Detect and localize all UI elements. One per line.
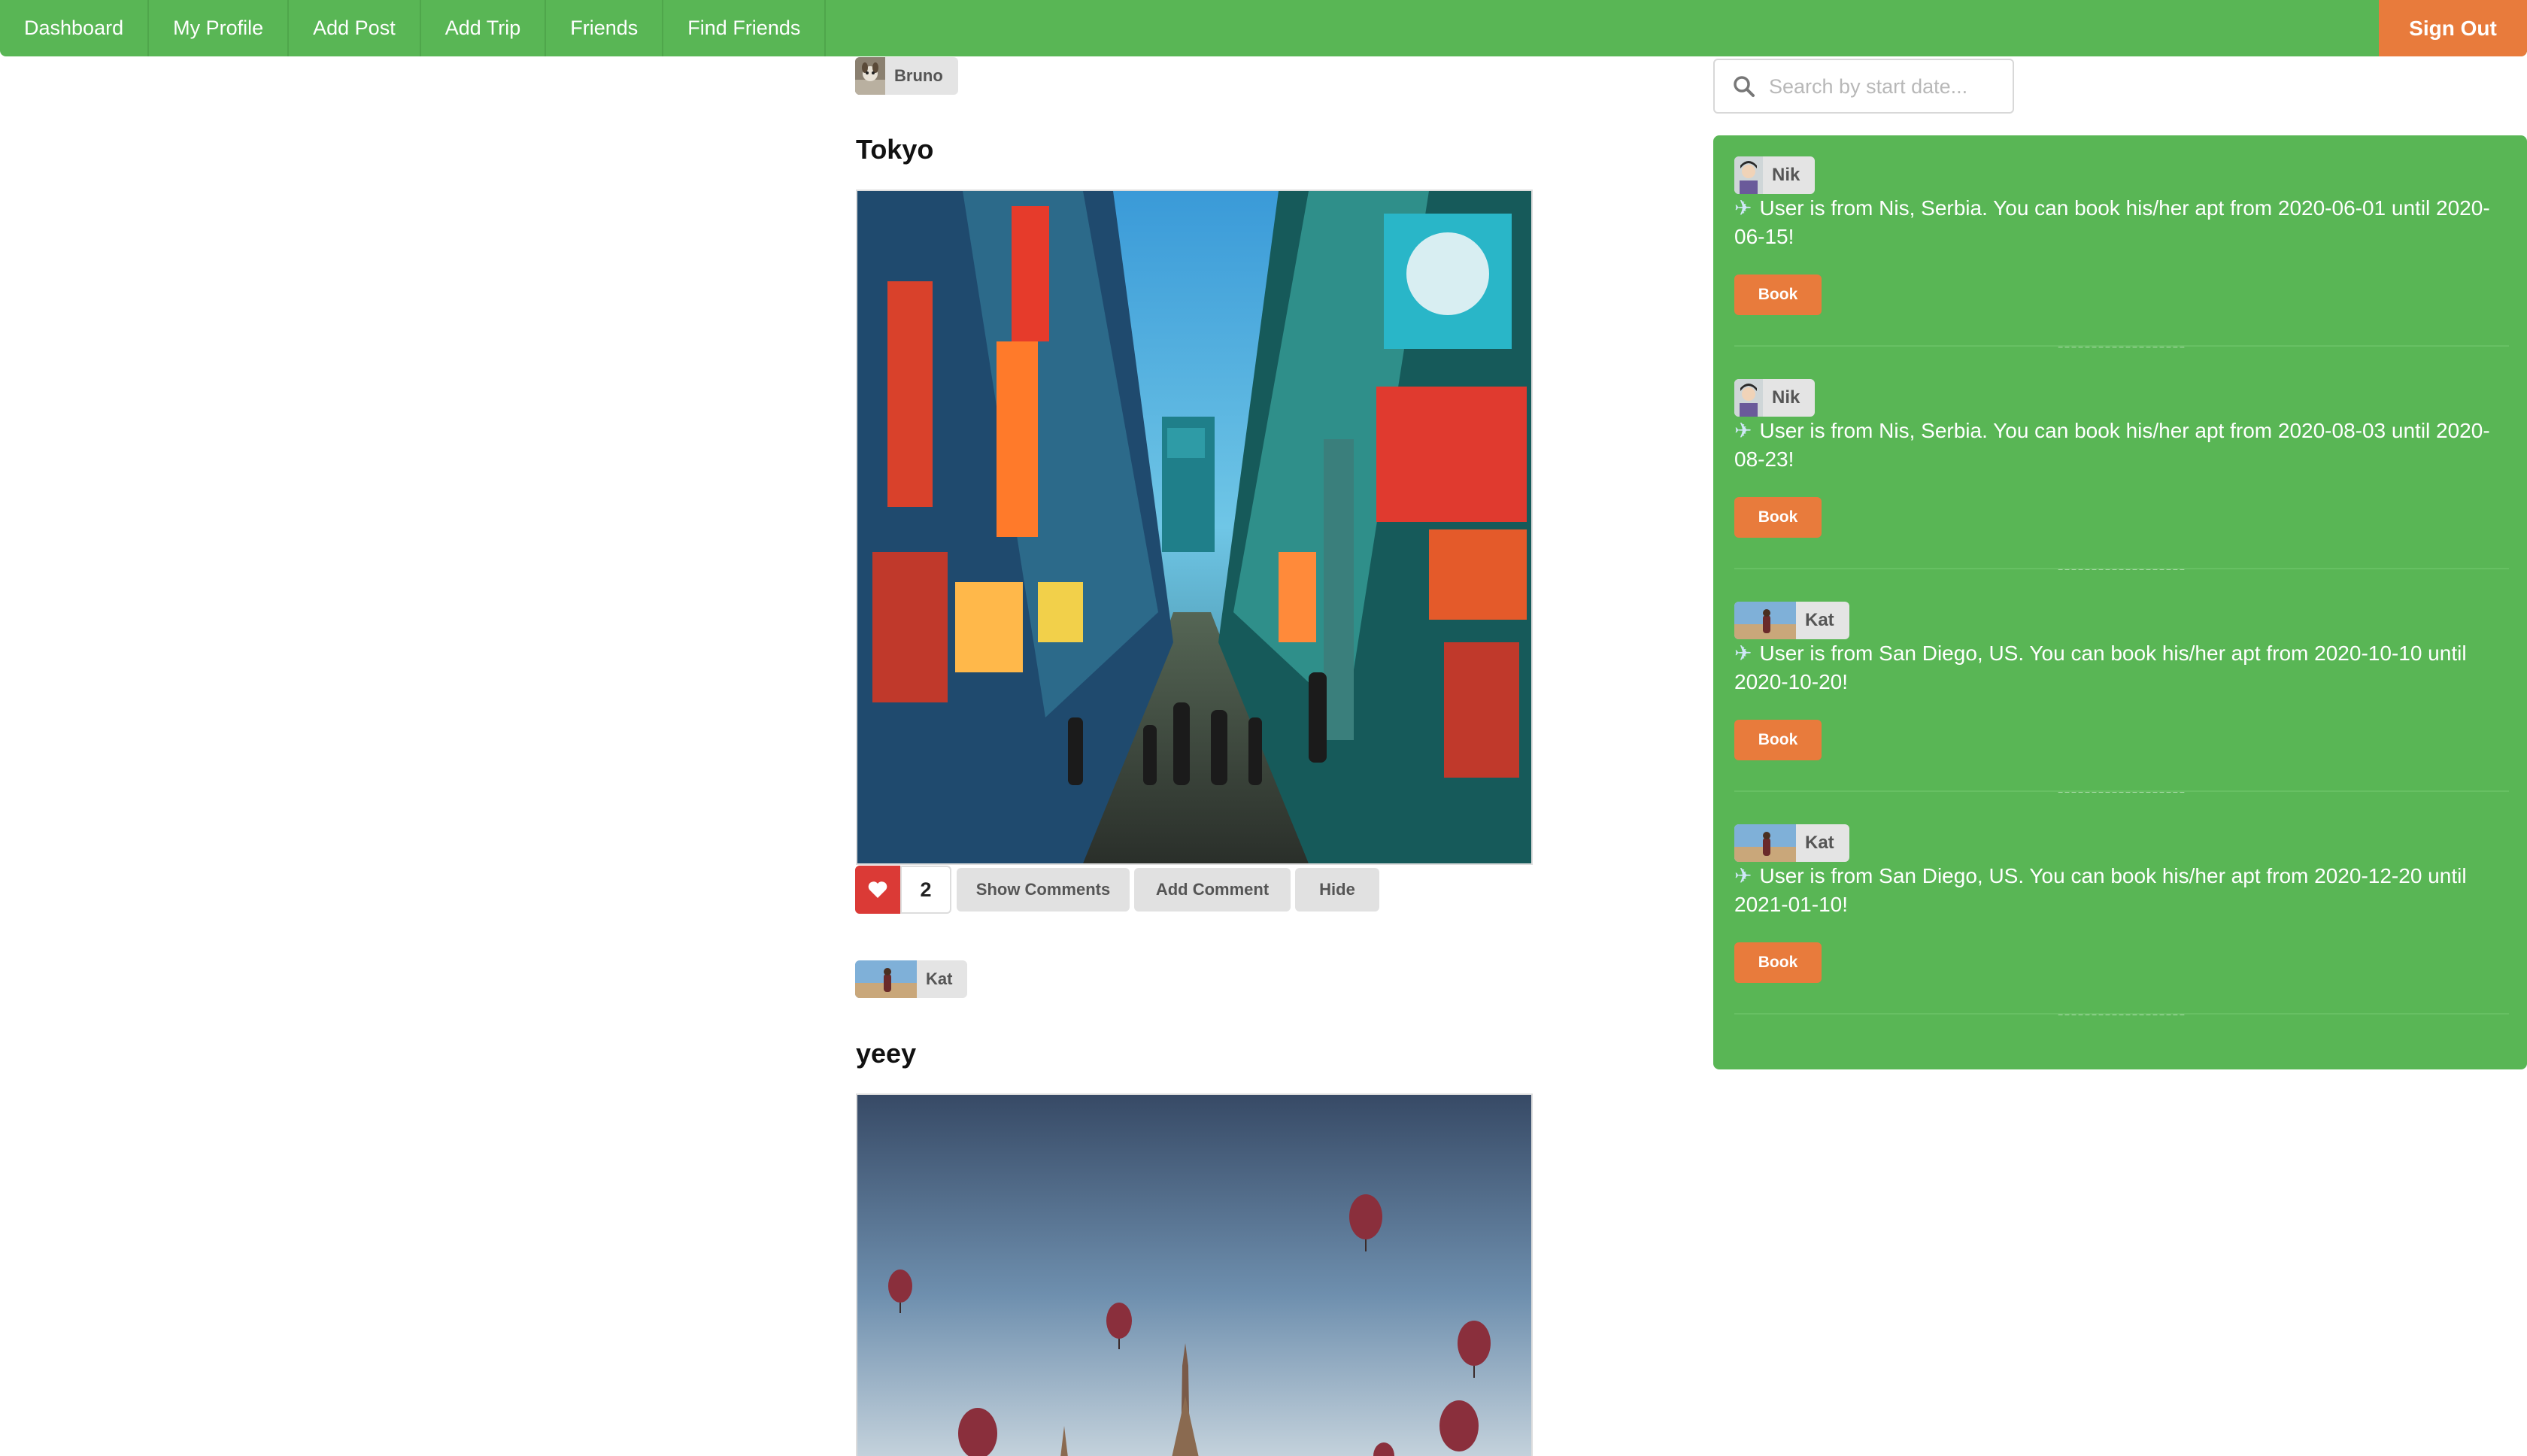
trip-description: ✈ User is from San Diego, US. You can boo… — [1734, 639, 2509, 696]
trip-text: User is from Nis, Serbia. You can book h… — [1734, 419, 2490, 471]
trip-description: ✈ User is from Nis, Serbia. You can book … — [1734, 417, 2509, 474]
avatar — [1734, 156, 1763, 194]
nav-add-trip[interactable]: Add Trip — [421, 0, 547, 56]
trip-user-name: Nik — [1772, 387, 1800, 408]
avatar — [1734, 602, 1796, 639]
avatar — [855, 57, 885, 95]
trip-text: User is from San Diego, US. You can book… — [1734, 642, 2467, 693]
avatar — [1734, 379, 1763, 417]
post-author-name: Bruno — [894, 66, 943, 85]
post-author-name: Kat — [926, 969, 953, 988]
show-comments-button[interactable]: Show Comments — [957, 868, 1130, 912]
nav-my-profile[interactable]: My Profile — [149, 0, 290, 56]
like-button[interactable] — [855, 866, 900, 914]
book-button[interactable]: Book — [1734, 497, 1822, 538]
trips-panel: Nik ✈ User is from Nis, Serbia. You can b… — [1713, 135, 2527, 1069]
search-icon — [1734, 76, 1755, 97]
nav-add-post[interactable]: Add Post — [289, 0, 421, 56]
divider — [1734, 790, 2509, 792]
post-author-chip[interactable]: Bruno — [855, 57, 958, 95]
search-input[interactable] — [1767, 60, 2004, 114]
avatar — [855, 960, 917, 998]
divider — [1734, 1013, 2509, 1015]
book-button[interactable]: Book — [1734, 275, 1822, 315]
post-title: yeey — [856, 1038, 917, 1069]
airplane-icon: ✈ — [1734, 642, 1752, 665]
search-box — [1713, 59, 2014, 114]
add-comment-button[interactable]: Add Comment — [1134, 868, 1291, 912]
like-count: 2 — [900, 866, 951, 914]
sign-out-button[interactable]: Sign Out — [2379, 0, 2527, 56]
book-button[interactable]: Book — [1734, 942, 1822, 983]
post-image — [856, 1094, 1533, 1456]
post-title: Tokyo — [856, 134, 934, 165]
book-button[interactable]: Book — [1734, 720, 1822, 760]
divider — [1734, 345, 2509, 347]
hide-button[interactable]: Hide — [1295, 868, 1379, 912]
nav-friends[interactable]: Friends — [546, 0, 664, 56]
airplane-icon: ✈ — [1734, 864, 1752, 887]
post-image — [856, 190, 1533, 865]
trip-description: ✈ User is from Nis, Serbia. You can book … — [1734, 194, 2509, 251]
nav-find-friends[interactable]: Find Friends — [663, 0, 827, 56]
nav-dashboard[interactable]: Dashboard — [0, 0, 150, 56]
trip-user-name: Nik — [1772, 165, 1800, 185]
trip-user-name: Kat — [1805, 833, 1834, 853]
divider — [1734, 568, 2509, 569]
avatar — [1734, 824, 1796, 862]
airplane-icon: ✈ — [1734, 419, 1752, 442]
post-author-chip[interactable]: Kat — [855, 960, 968, 998]
trip-user-chip[interactable]: Nik — [1734, 379, 1816, 417]
airplane-icon: ✈ — [1734, 196, 1752, 220]
trip-user-chip[interactable]: Nik — [1734, 156, 1816, 194]
top-navbar: Dashboard My Profile Add Post Add Trip F… — [0, 0, 2527, 56]
trip-user-chip[interactable]: Kat — [1734, 602, 1849, 639]
trip-text: User is from Nis, Serbia. You can book h… — [1734, 196, 2490, 248]
trip-user-chip[interactable]: Kat — [1734, 824, 1849, 862]
heart-icon — [868, 881, 887, 898]
trip-description: ✈ User is from San Diego, US. You can boo… — [1734, 862, 2509, 919]
trip-user-name: Kat — [1805, 610, 1834, 630]
trip-text: User is from San Diego, US. You can book… — [1734, 864, 2467, 916]
